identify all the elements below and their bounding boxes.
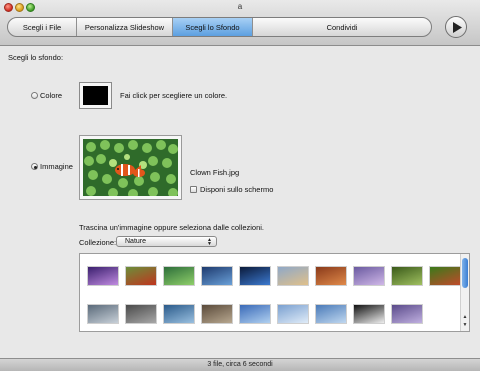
thumbnail-aurora[interactable] [87,266,119,286]
title-bar: a Scegli i File Personalizza Slideshow S… [0,0,480,46]
vertical-scrollbar[interactable]: ▲ ▼ [460,254,469,331]
thumbnail-water-ripple[interactable] [163,304,195,324]
tab-share[interactable]: Condividi [253,18,431,36]
scroll-up-arrow[interactable]: ▲ [462,314,468,320]
slideshow-window: a Scegli i File Personalizza Slideshow S… [0,0,480,371]
window-title: a [237,2,243,11]
thumbnail-purple-waves[interactable] [353,266,385,286]
collection-value: Nature [125,238,147,245]
thumbnail-blue-lake[interactable] [201,266,233,286]
step-tabs: Scegli i File Personalizza Slideshow Sce… [7,17,432,37]
thumbnail-sky-blue[interactable] [315,304,347,324]
play-button[interactable] [445,16,467,38]
image-browser: ▲ ▼ [79,253,470,332]
thumbnail-light-water[interactable] [277,304,309,324]
thumbnail-green-leaf[interactable] [429,266,461,286]
collection-select[interactable]: Nature ▲ ▼ [116,236,217,247]
color-hint: Fai click per scegliere un colore. [120,91,228,100]
select-arrows-icon: ▲ ▼ [207,237,212,247]
thumbnail-canyon[interactable] [315,266,347,286]
thumbnail-blue-drops[interactable] [239,304,271,324]
tab-customize-slideshow[interactable]: Personalizza Slideshow [77,18,173,36]
image-radio[interactable] [31,163,38,170]
drag-hint: Trascina un'immagine oppure seleziona da… [79,223,265,232]
thumbnail-purple-sky[interactable] [391,304,423,324]
arrange-on-screen-checkbox[interactable] [190,186,197,193]
thumbnail-beach[interactable] [277,266,309,286]
arrange-on-screen-label[interactable]: Disponi sullo schermo [200,185,273,194]
thumbnail-cloudy-shore[interactable] [87,304,119,324]
thumbnail-rocks[interactable] [201,304,233,324]
collection-label: Collezione: [79,238,117,247]
scroll-down-arrow[interactable]: ▼ [462,322,468,328]
thumbnail-earth[interactable] [239,266,271,286]
color-swatch[interactable] [79,82,112,109]
thumbnail-pebbles[interactable] [125,304,157,324]
tab-choose-background[interactable]: Scegli lo Sfondo [173,18,253,36]
clown-fish-image [83,139,178,196]
background-image-well[interactable] [79,135,182,200]
color-radio-label[interactable]: Colore [40,91,62,100]
color-swatch-fill [83,86,108,105]
status-bar: 3 file, circa 6 secondi [0,358,480,371]
image-radio-label[interactable]: Immagine [40,162,73,171]
scrollbar-thumb[interactable] [462,258,468,288]
section-label: Scegli lo sfondo: [8,53,64,62]
image-file-name: Clown Fish.jpg [190,168,240,177]
tab-choose-files[interactable]: Scegli i File [8,18,77,36]
thumbnail-green-drops[interactable] [163,266,195,286]
color-radio[interactable] [31,92,38,99]
thumbnail-grass[interactable] [391,266,423,286]
play-icon [453,22,462,33]
thumbnail-ladybug[interactable] [125,266,157,286]
thumbnail-zebra[interactable] [353,304,385,324]
